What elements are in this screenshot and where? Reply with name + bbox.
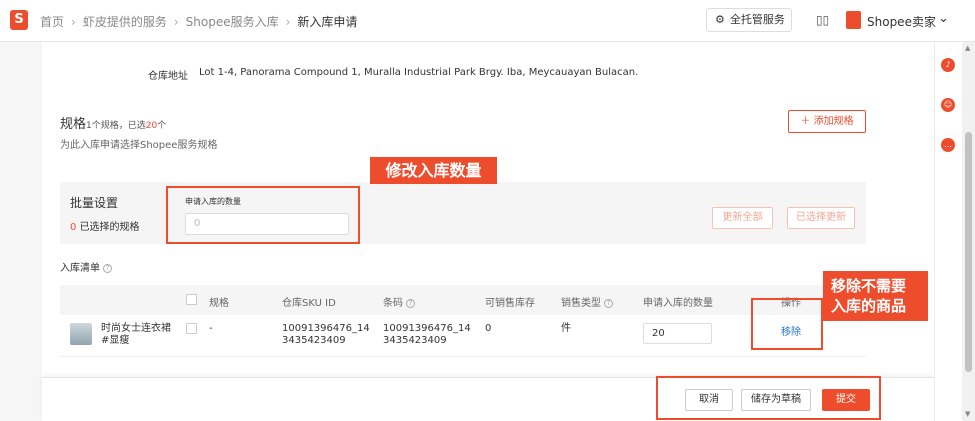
chevron-down-icon[interactable]: ⌄ (938, 11, 949, 26)
spec-description: 为此入库申请选择Shopee服务规格 (60, 140, 218, 151)
column-header-stock: 可销售库存 (485, 298, 535, 309)
row-sellable-stock: 0 (485, 323, 492, 334)
managed-service-label: 全托管服务 (729, 13, 785, 26)
scrollbar-thumb[interactable] (965, 132, 972, 372)
barcode-header-label: 条码 (383, 298, 403, 309)
row-barcode: 10091396476_143435423409 (383, 323, 471, 346)
product-name: 时尚女士连衣裙#显瘦 (101, 323, 171, 346)
table-header: 规格 仓库SKU ID 条码? 可销售库存 销售类型? 申请入库的数量 操作 (60, 285, 866, 315)
breadcrumb: 首页 › 虾皮提供的服务 › Shopee服务入库 › 新入库申请 (40, 13, 357, 30)
inbound-list-label: 入库清单 (60, 263, 100, 274)
column-header-qty: 申请入库的数量 (643, 298, 713, 309)
shopee-logo-icon[interactable]: S (10, 10, 28, 30)
selected-count-number: 0 (70, 222, 77, 233)
row-sku-id: 10091396476_143435423409 (282, 323, 370, 346)
right-floating-bar: ♪ ☺ … (934, 42, 962, 421)
breadcrumb-separator: › (71, 15, 76, 29)
row-sale-type: 件 (561, 323, 571, 334)
row-spec: - (209, 323, 213, 334)
table-row: 时尚女士连衣裙#显瘦 - 10091396476_143435423409 10… (60, 315, 866, 357)
breadcrumb-separator: › (173, 15, 179, 29)
managed-service-button[interactable]: ⚙ 全托管服务 (706, 8, 792, 32)
bulk-selected-count: 0 已选择的规格 (70, 218, 140, 233)
update-all-button[interactable]: 更新全部 (712, 207, 773, 229)
annotation-remove: 移除不需要 入库的商品 (823, 271, 928, 321)
selected-count-text: 已选择的规格 (79, 222, 140, 233)
product-thumbnail (70, 323, 92, 345)
breadcrumb-current: 新入库申请 (297, 15, 358, 29)
row-qty-input[interactable]: 20 (643, 323, 712, 344)
spec-section-title: 规格1个规格，已选20个 (60, 113, 166, 132)
add-spec-button[interactable]: ＋ 添加规格 (788, 110, 866, 133)
annotation-edit-qty: 修改入库数量 (370, 157, 497, 184)
column-header-sku: 仓库SKU ID (282, 298, 336, 309)
annotation-box-remove (751, 298, 823, 350)
row-checkbox[interactable] (186, 323, 197, 334)
breadcrumb-home[interactable]: 首页 (40, 13, 64, 30)
top-bar: S 首页 › 虾皮提供的服务 › Shopee服务入库 › 新入库申请 ⚙ 全托管服务 ▯▯ … (0, 0, 975, 42)
spec-title: 规格 (60, 117, 87, 132)
select-all-checkbox[interactable] (186, 294, 197, 305)
help-icon[interactable]: ? (406, 298, 415, 308)
spec-count-selected: 20 (145, 121, 158, 131)
inbound-list-title: 入库清单? (60, 259, 112, 274)
scrollbar[interactable]: ▲ ▼ (962, 42, 975, 421)
spec-count-prefix: 1个规格，已选 (86, 121, 146, 131)
column-header-spec: 规格 (209, 298, 229, 309)
update-selected-button[interactable]: 已选择更新 (787, 207, 855, 229)
scroll-down-icon[interactable]: ▼ (965, 410, 970, 418)
annotation-remove-line2: 入库的商品 (831, 297, 907, 315)
warehouse-address: Lot 1-4, Panorama Compound 1, Muralla In… (199, 67, 639, 78)
annotation-box-footer (656, 376, 881, 420)
notification-bell-icon[interactable]: ♪ (941, 58, 955, 72)
chat-icon[interactable]: … (941, 138, 955, 152)
service-icon: ⚙ (715, 13, 725, 26)
warehouse-label: 仓库地址 (148, 71, 188, 82)
scroll-up-icon[interactable]: ▲ (965, 44, 970, 52)
breadcrumb-services[interactable]: 虾皮提供的服务 (83, 13, 167, 30)
breadcrumb-inbound[interactable]: Shopee服务入库 (186, 13, 279, 30)
annotation-box-qty (166, 186, 360, 244)
help-icon[interactable]: ? (103, 263, 112, 273)
help-icon[interactable]: ? (604, 298, 613, 308)
seller-logo-icon (846, 11, 861, 29)
sale-type-header-label: 销售类型 (561, 298, 601, 309)
spec-count-suffix: 个 (157, 121, 167, 131)
spec-count: 1个规格，已选20个 (86, 121, 166, 131)
annotation-remove-line1: 移除不需要 (831, 277, 907, 295)
bulk-settings-title: 批量设置 (70, 196, 119, 210)
breadcrumb-separator: › (285, 15, 291, 29)
customer-service-icon[interactable]: ☺ (941, 98, 955, 112)
column-header-barcode: 条码? (383, 294, 415, 309)
book-icon[interactable]: ▯▯ (816, 13, 829, 27)
column-header-sale-type: 销售类型? (561, 294, 613, 309)
seller-name[interactable]: Shopee卖家 (867, 13, 936, 30)
